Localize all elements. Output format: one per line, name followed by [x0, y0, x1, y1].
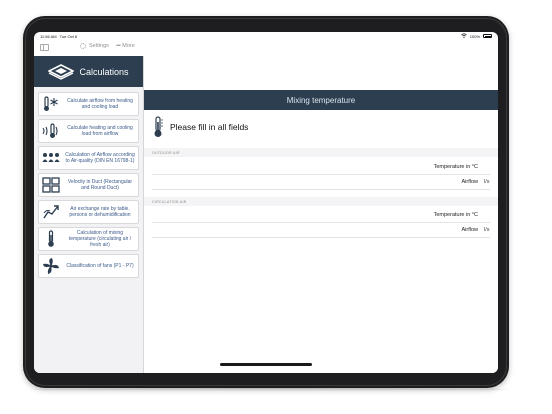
field-label: Airflow — [461, 227, 478, 233]
circulation-airflow-field[interactable]: Airflow l/s — [152, 223, 490, 238]
field-unit: l/s — [484, 227, 490, 233]
circulation-temperature-field[interactable]: Temperature in °C — [152, 208, 490, 223]
status-bar: 11:56 AM Tue Oct 8 100% — [34, 32, 498, 40]
people-group-icon — [41, 148, 61, 168]
air-exchange-icon — [41, 202, 61, 222]
sidebar-toggle-icon[interactable] — [40, 44, 49, 51]
top-toolbar: Settings ••• More — [34, 40, 498, 56]
menu-item-label: Calculation of mixing temperature (circu… — [68, 230, 132, 248]
main-content: Mixing temperature Please fill in all fi… — [144, 56, 498, 373]
field-unit: l/s — [484, 179, 490, 185]
status-date: Tue Oct 8 — [59, 33, 78, 39]
menu-item-label: Calculation of Airflow according to Air-… — [65, 152, 135, 164]
menu-item-label: Calculate heating and cooling load from … — [67, 125, 133, 137]
tablet-frame: 11:56 AM Tue Oct 8 100% Settings ••• Mor… — [23, 16, 509, 388]
duct-grid-icon — [41, 175, 61, 195]
section-header-circulation-air: CIRCULATION AIR — [144, 197, 498, 206]
menu-item-label: Calculate airflow from heating and cooli… — [67, 98, 133, 110]
menu-item-air-exchange[interactable]: Air exchange rate by table, persons or d… — [38, 200, 139, 224]
thermometer-icon — [154, 116, 163, 137]
status-time: 11:56 AM — [40, 33, 57, 39]
outdoor-temperature-field[interactable]: Temperature in °C — [152, 160, 490, 175]
battery-percent: 100% — [469, 33, 480, 39]
field-label: Airflow — [461, 179, 478, 185]
page-title-bar: Mixing temperature — [144, 90, 498, 110]
menu-item-mixing-temperature[interactable]: Calculation of mixing temperature (circu… — [38, 227, 139, 251]
settings-button[interactable]: Settings — [80, 43, 109, 49]
airflow-thermometer-icon — [41, 121, 61, 141]
menu-item-label: Classification of fans (P1 - P7) — [66, 263, 134, 269]
page-title: Mixing temperature — [286, 95, 356, 105]
gear-icon — [80, 43, 86, 49]
menu-item-airflow-from-load[interactable]: Calculate airflow from heating and cooli… — [38, 92, 139, 116]
instruction-row: Please fill in all fields — [152, 116, 248, 138]
settings-label: Settings — [89, 43, 109, 49]
app-screen: 11:56 AM Tue Oct 8 100% Settings ••• Mor… — [34, 32, 498, 373]
calculations-logo-icon — [48, 63, 75, 80]
field-label: Temperature in °C — [433, 212, 478, 218]
sidebar: Calculations Calculate airflow from heat… — [34, 56, 144, 373]
section-header-outdoor-air: OUTDOOR AIR — [144, 148, 498, 157]
ellipsis-icon: ••• — [116, 43, 121, 49]
outdoor-airflow-field[interactable]: Airflow l/s — [152, 175, 490, 190]
instruction-text: Please fill in all fields — [170, 122, 249, 132]
device-shadow — [30, 388, 510, 391]
menu-item-label: Air exchange rate by table, persons or d… — [69, 206, 131, 218]
thermometer-snowflake-icon — [41, 94, 61, 114]
field-label: Temperature in °C — [433, 164, 478, 170]
fan-icon — [41, 256, 61, 276]
wifi-icon — [460, 33, 467, 39]
menu-item-air-quality[interactable]: Calculation of Airflow according to Air-… — [38, 146, 139, 170]
menu-item-load-from-airflow[interactable]: Calculate heating and cooling load from … — [38, 119, 139, 143]
sidebar-title: Calculations — [79, 66, 129, 77]
more-button[interactable]: ••• More — [116, 43, 135, 49]
menu-item-label: Velocity in Duct (Rectangular and Round … — [67, 179, 133, 191]
more-label: More — [122, 43, 135, 49]
menu-item-fan-classification[interactable]: Classification of fans (P1 - P7) — [38, 254, 139, 278]
home-indicator[interactable] — [220, 363, 312, 366]
battery-icon — [483, 34, 492, 38]
calculation-menu: Calculate airflow from heating and cooli… — [34, 87, 143, 278]
mixing-thermometer-icon — [41, 229, 61, 249]
sidebar-header: Calculations — [34, 56, 143, 87]
menu-item-duct-velocity[interactable]: Velocity in Duct (Rectangular and Round … — [38, 173, 139, 197]
